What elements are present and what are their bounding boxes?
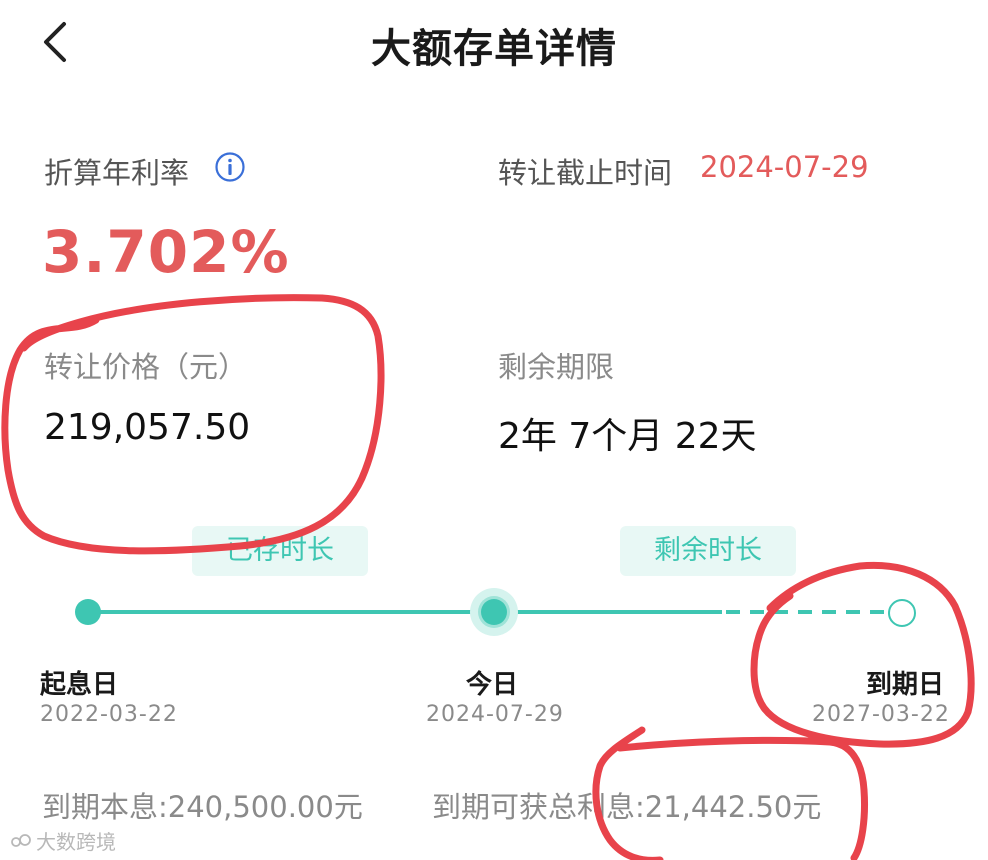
today-date-value: 2024-07-29: [426, 702, 564, 727]
start-date-dot: [75, 599, 101, 625]
maturity-total-interest: 到期可获总利息:21,442.50元: [432, 790, 822, 824]
start-date-label: 起息日: [40, 670, 119, 700]
rate-label: 折算年利率: [44, 156, 190, 190]
watermark-logo-icon: [11, 834, 31, 847]
transfer-price-label: 转让价格（元）: [44, 350, 248, 384]
maturity-principal-interest: 到期本息:240,500.00元: [42, 790, 363, 824]
maturity-date-value: 2027-03-22: [812, 702, 950, 727]
info-icon[interactable]: [214, 151, 246, 183]
transfer-price-value: 219,057.50: [44, 407, 251, 448]
elapsed-duration-tag: 已存时长: [192, 526, 368, 576]
page-title: 大额存单详情: [371, 26, 617, 72]
watermark: 大数跨境: [10, 826, 116, 855]
deadline-value: 2024-07-29: [700, 150, 869, 184]
remaining-duration-tag: 剩余时长: [620, 526, 796, 576]
remaining-term-value: 2年 7个月 22天: [498, 416, 757, 457]
watermark-text: 大数跨境: [36, 830, 116, 854]
rate-value: 3.702%: [42, 218, 290, 286]
maturity-date-label: 到期日: [866, 670, 945, 700]
today-dot: [481, 599, 507, 625]
deadline-label: 转让截止时间: [498, 156, 673, 190]
remaining-term-label: 剩余期限: [498, 350, 615, 384]
start-date-value: 2022-03-22: [40, 702, 178, 727]
maturity-date-dot: [888, 599, 916, 627]
today-label: 今日: [466, 670, 519, 700]
